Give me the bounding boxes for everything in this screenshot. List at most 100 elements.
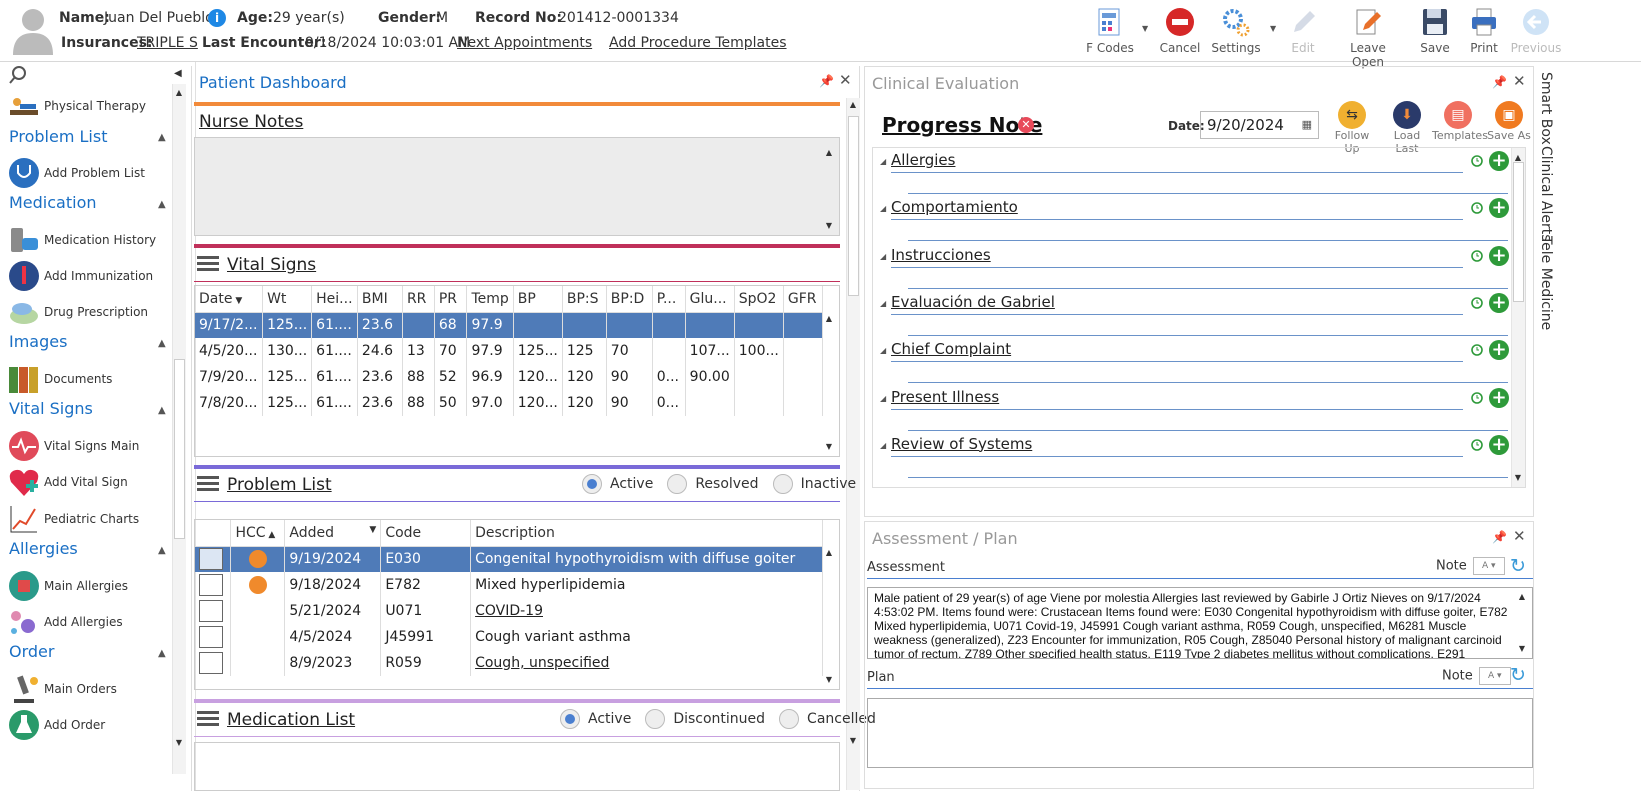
info-icon[interactable]: i — [208, 9, 226, 27]
sidebar-scroll-thumb[interactable] — [174, 359, 185, 539]
pin-icon[interactable]: 📌 — [1492, 75, 1507, 89]
tab-smart-box[interactable]: Smart Box — [1538, 72, 1554, 145]
vitals-column-header[interactable]: BP — [513, 286, 563, 313]
nurse-notes-scroll-down-icon[interactable]: ▼ — [822, 221, 836, 230]
expand-triangle-icon[interactable]: ◢ — [880, 299, 886, 308]
fcodes-dropdown-icon[interactable]: ▼ — [1142, 24, 1148, 33]
add-entry-icon[interactable]: + — [1489, 434, 1509, 455]
problem-column-header[interactable]: Code — [380, 520, 472, 547]
pin-icon[interactable]: 📌 — [1492, 530, 1507, 544]
expand-triangle-icon[interactable]: ◢ — [880, 204, 886, 213]
hamburger-menu-icon[interactable] — [197, 256, 219, 272]
section-order[interactable]: Order — [9, 642, 54, 661]
fcodes-button[interactable]: F Codes — [1080, 4, 1140, 60]
problem-scroll-down-icon[interactable]: ▼ — [822, 675, 836, 684]
problem-scroll-up-icon[interactable]: ▲ — [822, 548, 836, 557]
table-row[interactable]: 5/21/2024 U071 COVID-19 — [195, 598, 823, 624]
edit-button[interactable]: Edit — [1273, 4, 1333, 60]
sidebar-item-documents[interactable]: Documents — [8, 362, 112, 396]
note-category[interactable]: ◢ Comportamiento + — [878, 195, 1509, 243]
add-entry-icon[interactable]: + — [1489, 292, 1509, 313]
expand-triangle-icon[interactable]: ◢ — [880, 252, 886, 261]
alarm-clock-icon[interactable] — [1470, 295, 1484, 309]
expand-triangle-icon[interactable]: ◢ — [880, 157, 886, 166]
assessment-refresh-icon[interactable]: ↻ — [1510, 555, 1526, 577]
leave-open-button[interactable]: Leave Open — [1338, 4, 1398, 69]
assessment-textarea[interactable]: Male patient of 29 year(s) of age Viene … — [867, 587, 1533, 659]
vital-signs-collapse-icon[interactable]: ▲ — [158, 405, 166, 416]
clinical-scroll-up-icon[interactable]: ▲ — [1511, 153, 1525, 162]
assessment-note-selector[interactable]: Note A ▾ — [1436, 557, 1505, 575]
expand-triangle-icon[interactable]: ◢ — [880, 346, 886, 355]
allergies-collapse-icon[interactable]: ▲ — [158, 545, 166, 556]
row-checkbox[interactable] — [199, 600, 223, 622]
vitals-scroll-down-icon[interactable]: ▼ — [822, 442, 836, 451]
vitals-scroll-up-icon[interactable]: ▲ — [822, 314, 836, 323]
dashboard-scroll-thumb[interactable] — [848, 116, 859, 296]
hamburger-menu-icon[interactable] — [197, 476, 219, 492]
close-icon[interactable]: ✕ — [839, 71, 852, 89]
add-entry-icon[interactable]: + — [1489, 245, 1509, 266]
images-collapse-icon[interactable]: ▲ — [158, 338, 166, 349]
tab-tele-medicine[interactable]: Tele Medicine — [1538, 236, 1554, 330]
vitals-column-header[interactable]: SpO2 — [734, 286, 784, 313]
category-title[interactable]: Evaluación de Gabriel — [891, 293, 1055, 311]
problem-column-header[interactable]: Description — [470, 520, 823, 547]
collapse-sidebar-icon[interactable]: ◀ — [174, 68, 182, 79]
table-row[interactable]: 7/9/20... 125... 61.... 23.6 88 52 96.9 120... 1… — [195, 364, 824, 390]
sidebar-scroll-up-icon[interactable]: ▲ — [172, 88, 186, 97]
table-row[interactable]: 9/19/2024 E030 Congenital hypothyroidism w… — [195, 546, 823, 572]
note-category[interactable]: ◢ Present Illness + — [878, 385, 1509, 433]
section-images[interactable]: Images — [9, 332, 67, 351]
order-collapse-icon[interactable]: ▲ — [158, 648, 166, 659]
medication-active-radio[interactable]: Active — [560, 709, 631, 729]
sidebar-item-add-problem-list[interactable]: Add Problem List — [8, 156, 145, 190]
clinical-scrollbar[interactable] — [1511, 148, 1525, 487]
sidebar-item-medication-history[interactable]: Medication History — [8, 223, 156, 257]
vitals-column-header[interactable]: GFR — [783, 286, 824, 313]
alarm-clock-icon[interactable] — [1470, 153, 1484, 167]
category-title[interactable]: Review of Systems — [891, 435, 1032, 453]
cancel-button[interactable]: Cancel — [1150, 4, 1210, 60]
dashboard-scroll-up-icon[interactable]: ▲ — [846, 100, 860, 109]
problem-resolved-radio[interactable]: Resolved — [667, 474, 759, 494]
vitals-column-header[interactable]: RR — [402, 286, 435, 313]
section-vital-signs[interactable]: Vital Signs — [9, 399, 93, 418]
table-row[interactable]: 7/8/20... 125... 61.... 23.6 88 50 97.0 120... 1… — [195, 390, 824, 416]
sidebar-item-main-orders[interactable]: Main Orders — [8, 672, 117, 706]
category-title[interactable]: Allergies — [891, 151, 955, 169]
assessment-scroll-down-icon[interactable]: ▼ — [1515, 644, 1529, 653]
sidebar-item-vital-signs-main[interactable]: Vital Signs Main — [8, 429, 139, 463]
problem-column-header[interactable]: Added ▼ — [284, 520, 382, 547]
add-entry-icon[interactable]: + — [1489, 151, 1509, 171]
note-category[interactable]: ◢ Allergies + — [878, 148, 1509, 196]
insurance-link[interactable]: TRIPLE S — [137, 35, 198, 51]
sidebar-item-physical-therapy[interactable]: Physical Therapy — [8, 89, 146, 123]
remove-note-icon[interactable]: ✕ — [1018, 117, 1034, 133]
dashboard-scrollbar[interactable] — [846, 98, 860, 790]
sort-asc-icon[interactable]: ▲ — [266, 530, 275, 540]
next-appointments-link[interactable]: Next Appointments — [457, 35, 592, 51]
nurse-notes-scroll-up-icon[interactable]: ▲ — [822, 148, 836, 157]
note-category[interactable]: ◢ Review of Systems + — [878, 432, 1509, 480]
problem-description[interactable]: Cough, unspecified — [475, 655, 609, 671]
vitals-column-header[interactable]: Glu... — [685, 286, 735, 313]
add-entry-icon[interactable]: + — [1489, 387, 1509, 408]
problem-inactive-radio[interactable]: Inactive — [772, 474, 856, 494]
vitals-column-header[interactable]: P... — [652, 286, 686, 313]
clinical-scroll-thumb[interactable] — [1513, 162, 1524, 302]
search-icon[interactable] — [8, 65, 28, 85]
hamburger-menu-icon[interactable] — [197, 711, 219, 727]
nurse-notes-textarea[interactable] — [194, 137, 840, 236]
table-row[interactable]: 4/5/20... 130... 61.... 24.6 13 70 97.9 125... 1… — [195, 338, 824, 364]
section-allergies[interactable]: Allergies — [9, 539, 78, 558]
vitals-column-header[interactable]: Hei... — [311, 286, 358, 313]
category-title[interactable]: Chief Complaint — [891, 340, 1011, 358]
sidebar-item-add-immunization[interactable]: Add Immunization — [8, 259, 153, 293]
table-row[interactable]: 8/9/2023 R059 Cough, unspecified — [195, 650, 823, 676]
table-row[interactable]: 9/17/2... 125... 61.... 23.6 68 97.9 — [195, 312, 824, 338]
row-checkbox[interactable] — [199, 574, 223, 596]
problem-description[interactable]: COVID-19 — [475, 603, 543, 619]
category-title[interactable]: Present Illness — [891, 388, 999, 406]
sidebar-item-pediatric-charts[interactable]: Pediatric Charts — [8, 502, 139, 536]
